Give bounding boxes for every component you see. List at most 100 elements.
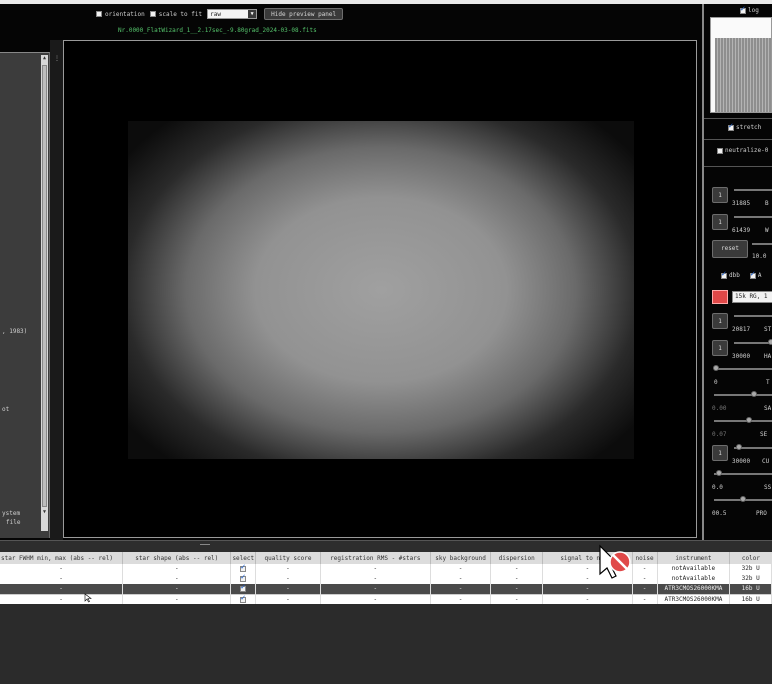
cell-text: - — [174, 575, 179, 582]
t-slider-knob[interactable] — [713, 365, 719, 371]
orientation-checkbox[interactable] — [96, 11, 102, 17]
col-header[interactable]: instrument — [657, 552, 731, 564]
scale-to-fit-checkbox[interactable] — [149, 11, 156, 17]
col-header[interactable]: sky background — [430, 552, 492, 564]
left-text-3: ystem — [2, 510, 21, 517]
a-checkbox[interactable] — [749, 270, 756, 279]
table-row[interactable]: - - - - - - - - notAvailable 32b U — [0, 564, 772, 574]
scroll-down-icon[interactable]: ▼ — [41, 509, 48, 517]
cell-sky: - — [430, 564, 492, 574]
col-header[interactable]: color — [730, 552, 772, 564]
left-text-2: ot — [2, 406, 10, 413]
results-table: star FWHM min, max (abs -- rel) star sha… — [0, 552, 772, 604]
cell-select[interactable] — [230, 584, 257, 595]
reset-button[interactable]: reset — [712, 240, 748, 258]
preset-field[interactable]: 15k RG, 1 — [732, 291, 772, 303]
col-header[interactable]: star shape (abs -- rel) — [122, 552, 232, 564]
stretch-checkbox[interactable] — [728, 122, 734, 131]
table-row[interactable]: - - - - - - - - ATR3CMOS26000KMA 16b U — [0, 584, 772, 595]
cell-reg: - — [320, 574, 431, 584]
table-header-row: star FWHM min, max (abs -- rel) star sha… — [0, 552, 772, 564]
select-checkbox[interactable] — [240, 574, 247, 582]
stars-slider[interactable] — [734, 315, 772, 317]
results-grid: star FWHM min, max (abs -- rel) star sha… — [0, 552, 772, 604]
cell-text: - — [174, 585, 179, 592]
select-checkbox[interactable] — [240, 564, 247, 572]
ss-label: SS — [764, 484, 772, 491]
t-slider[interactable] — [714, 368, 772, 370]
cell-text: - — [174, 596, 179, 603]
cell-text: - — [514, 585, 519, 592]
table-row[interactable]: - - - - - - - - ATR3CMOS26000KMA 16b U — [0, 594, 772, 604]
mode-select[interactable]: raw ▼ — [207, 9, 258, 19]
pro-slider-knob[interactable] — [740, 496, 746, 502]
col-header[interactable]: select — [230, 552, 257, 564]
cu-button[interactable]: 1 — [712, 445, 728, 461]
cell-color: 16b U — [729, 584, 772, 595]
left-splitter[interactable]: ⋮ — [50, 40, 63, 540]
ss-slider[interactable] — [714, 473, 772, 475]
black-point-button[interactable]: 1 — [712, 187, 728, 203]
cell-select[interactable] — [230, 574, 257, 584]
right-panel: log stretch neutralize-0 1 31885 B 1 614… — [704, 4, 772, 544]
white-point-label: W — [765, 227, 769, 234]
table-row[interactable]: - - - - - - - - notAvailable 32b U — [0, 574, 772, 584]
scroll-thumb[interactable] — [42, 65, 47, 507]
cell-instrument: notAvailable — [657, 564, 731, 574]
black-point-slider[interactable] — [734, 189, 772, 191]
halo-slider[interactable] — [734, 342, 772, 344]
cell-snr: - — [542, 594, 633, 604]
sep-2 — [704, 139, 772, 140]
select-checkbox[interactable] — [240, 595, 247, 603]
cell-text: - — [59, 585, 63, 592]
cell-text: - — [373, 585, 378, 592]
cell-text: - — [585, 596, 590, 603]
cell-text: - — [286, 585, 290, 592]
se-value: 0.07 — [712, 431, 727, 438]
col-header[interactable]: star FWHM min, max (abs -- rel) — [0, 552, 124, 564]
cell-select[interactable] — [230, 594, 257, 604]
cu-slider-knob[interactable] — [736, 444, 742, 450]
white-point-button[interactable]: 1 — [712, 214, 728, 230]
col-header[interactable]: registration RMS - #stars — [320, 552, 431, 564]
dbb-checkbox[interactable] — [721, 270, 727, 279]
halo-slider-knob[interactable] — [768, 339, 772, 345]
mode-select-value: raw — [210, 10, 221, 18]
log-checkbox[interactable] — [740, 5, 746, 14]
sa-slider-knob[interactable] — [751, 391, 757, 397]
image-viewer[interactable] — [63, 40, 697, 538]
cell-disp: - — [490, 584, 544, 595]
flat-frame-image — [128, 121, 634, 459]
se-slider-knob[interactable] — [746, 417, 752, 423]
se-slider[interactable] — [714, 420, 772, 422]
ss-slider-knob[interactable] — [716, 470, 722, 476]
select-checkbox[interactable] — [240, 584, 247, 592]
pro-label: PRO — [756, 510, 767, 517]
col-header[interactable]: quality score — [255, 552, 321, 564]
cell-text: - — [373, 596, 378, 603]
sa-slider[interactable] — [714, 394, 772, 396]
col-header[interactable]: dispersion — [490, 552, 544, 564]
stars-label: ST — [764, 326, 772, 333]
halo-button[interactable]: 1 — [712, 340, 728, 356]
cell-select[interactable] — [230, 564, 257, 574]
left-scrollbar[interactable]: ▲ ▼ — [41, 55, 48, 531]
cell-text: - — [286, 596, 290, 603]
cell-text: - — [286, 575, 290, 582]
white-point-slider[interactable] — [734, 216, 772, 218]
bottom-splitter[interactable] — [0, 540, 772, 552]
black-point-value: 31885 — [732, 200, 751, 207]
log-label: log — [748, 7, 759, 14]
scale-to-fit-label: scale to fit — [158, 10, 203, 18]
gamma-slider[interactable] — [752, 243, 772, 245]
neutralize-checkbox[interactable] — [717, 147, 723, 154]
cu-label: CU — [762, 458, 770, 465]
t-value: 0 — [714, 379, 718, 386]
stars-button[interactable]: 1 — [712, 313, 728, 329]
cell-sky: - — [430, 594, 492, 604]
scroll-up-icon[interactable]: ▲ — [41, 55, 48, 63]
cell-shape: - — [122, 574, 232, 584]
hide-preview-button[interactable]: Hide preview panel — [264, 8, 344, 20]
white-point-value: 61439 — [732, 227, 751, 234]
preset-swatch[interactable] — [712, 290, 728, 304]
